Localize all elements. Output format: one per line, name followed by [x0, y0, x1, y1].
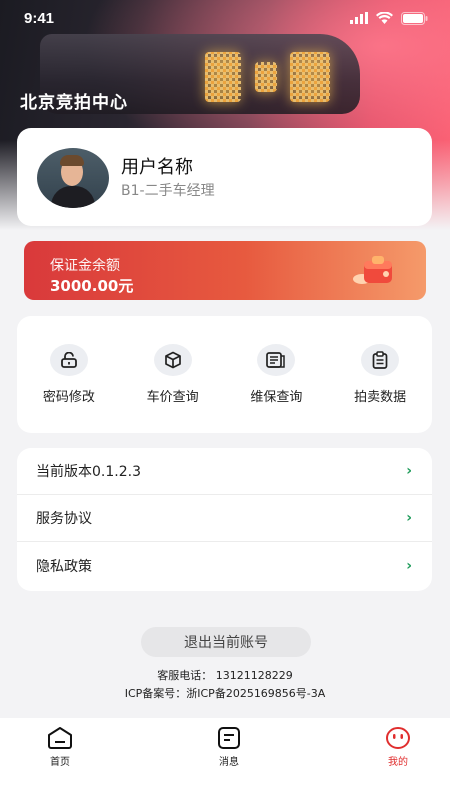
lock-icon — [60, 352, 77, 368]
user-name: 用户名称 — [121, 157, 193, 178]
chevron-right-icon: › — [406, 510, 412, 526]
service-agreement-item[interactable]: 服务协议 › — [17, 495, 432, 542]
maintenance-query-button[interactable]: 维保查询 — [231, 344, 321, 405]
tab-bar: 首页 消息 我的 — [0, 718, 450, 800]
battery-icon — [401, 11, 428, 25]
customer-service-phone: 客服电话： 13121128229 — [157, 669, 293, 682]
profile-card[interactable]: 用户名称 B1-二手车经理 — [17, 128, 432, 226]
password-change-button[interactable]: 密码修改 — [24, 344, 114, 405]
wallet-icon — [353, 256, 392, 284]
icp-record: ICP备案号：浙ICP备2025169856号-3A — [124, 687, 326, 700]
tab-home[interactable]: 首页 — [40, 726, 80, 800]
box-icon — [164, 351, 181, 369]
tab-mine[interactable]: 我的 — [378, 726, 418, 800]
org-name: 北京竞拍中心 — [20, 93, 128, 113]
deposit-amount: 3000.00元 — [50, 277, 134, 295]
car-light-image — [290, 52, 330, 102]
avatar[interactable] — [37, 148, 109, 208]
car-light-image — [205, 52, 241, 102]
document-icon — [266, 352, 286, 368]
status-time: 9:41 — [24, 9, 55, 27]
logout-button[interactable]: 退出当前账号 — [141, 627, 311, 657]
chevron-right-icon: › — [406, 463, 412, 479]
deposit-label: 保证金余额 — [50, 258, 120, 274]
signal-icon — [350, 12, 368, 24]
quick-actions-card: 密码修改 车价查询 维保查询 拍卖数据 — [17, 316, 432, 433]
profile-face-icon — [386, 727, 410, 749]
home-icon — [48, 727, 72, 749]
message-icon — [218, 727, 240, 749]
car-price-query-button[interactable]: 车价查询 — [128, 344, 218, 405]
user-role: B1-二手车经理 — [121, 183, 215, 199]
settings-list: 当前版本0.1.2.3 › 服务协议 › 隐私政策 › — [17, 448, 432, 591]
version-item[interactable]: 当前版本0.1.2.3 › — [17, 448, 432, 495]
clipboard-icon — [372, 351, 388, 369]
deposit-balance-card[interactable]: 保证金余额 3000.00元 — [24, 241, 426, 300]
status-bar: 9:41 — [0, 0, 450, 36]
wifi-icon — [376, 12, 393, 24]
car-light-image — [255, 62, 277, 92]
privacy-policy-item[interactable]: 隐私政策 › — [17, 542, 432, 589]
chevron-right-icon: › — [406, 557, 412, 574]
tab-messages[interactable]: 消息 — [209, 726, 249, 800]
auction-data-button[interactable]: 拍卖数据 — [335, 344, 425, 405]
